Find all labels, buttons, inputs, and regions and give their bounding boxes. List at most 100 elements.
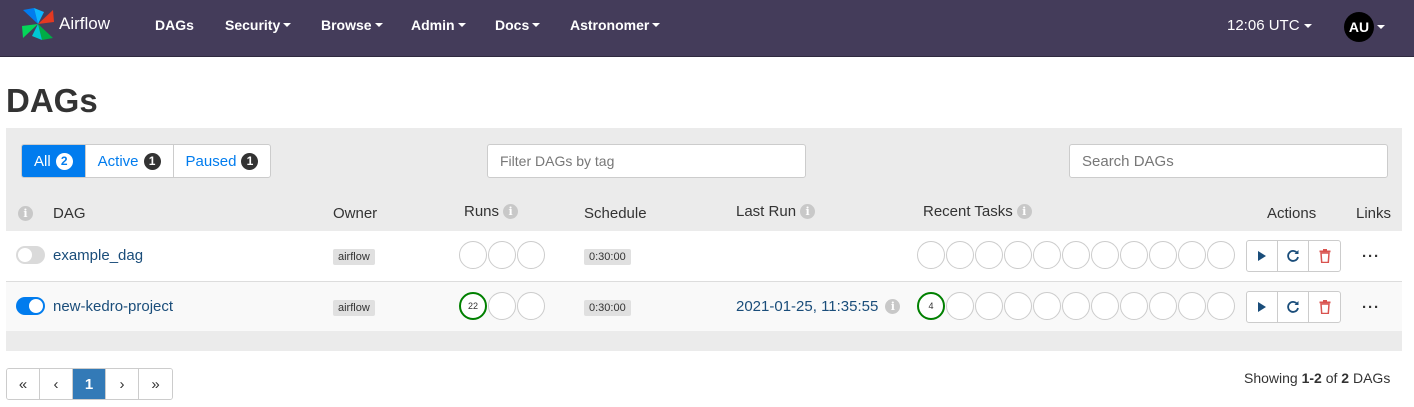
caret-down-icon	[457, 23, 466, 28]
nav-dags[interactable]: DAGs	[155, 17, 194, 33]
showing-prefix: Showing	[1244, 370, 1298, 386]
airflow-logo[interactable]: Airflow	[20, 6, 110, 42]
nav-admin[interactable]: Admin	[411, 17, 466, 33]
filter-all-button[interactable]: All 2	[22, 145, 86, 177]
last-page-button[interactable]: »	[139, 369, 172, 399]
last-run-label: Last Run	[736, 203, 797, 220]
col-header-actions: Actions	[1267, 205, 1317, 222]
prev-page-button[interactable]: ‹	[40, 369, 73, 399]
col-header-dag[interactable]: DAG	[53, 205, 86, 222]
filter-all-count: 2	[55, 152, 73, 170]
dag-link[interactable]: new-kedro-project	[53, 298, 173, 315]
run-state-running[interactable]	[488, 241, 516, 269]
utc-clock[interactable]: 12:06 UTC	[1227, 17, 1312, 34]
clock-label: 12:06 UTC	[1227, 17, 1300, 34]
run-state-success[interactable]: 22	[459, 292, 487, 320]
task-state-circle[interactable]	[1062, 292, 1090, 320]
col-header-links: Links	[1356, 205, 1392, 222]
col-header-last-run: Last Run i	[736, 203, 816, 220]
filter-paused-count: 1	[241, 152, 259, 170]
dag-pause-toggle[interactable]	[16, 297, 45, 315]
first-page-button[interactable]: «	[7, 369, 40, 399]
task-state-success[interactable]: 4	[917, 292, 945, 320]
links-menu-icon[interactable]: ···	[1362, 299, 1380, 316]
run-state-failed[interactable]	[517, 292, 545, 320]
info-icon[interactable]: i	[18, 205, 33, 221]
task-state-circle[interactable]	[1207, 292, 1235, 320]
run-state-success[interactable]	[459, 241, 487, 269]
filter-paused-button[interactable]: Paused 1	[174, 145, 271, 177]
task-state-circle[interactable]	[1207, 241, 1235, 269]
refresh-dag-button[interactable]	[1278, 292, 1309, 322]
nav-security[interactable]: Security	[225, 17, 292, 33]
toggle-column-info: i	[18, 205, 33, 222]
play-icon	[1258, 302, 1266, 312]
nav-docs-label: Docs	[495, 17, 530, 33]
task-state-circle[interactable]	[946, 241, 974, 269]
nav-astronomer[interactable]: Astronomer	[570, 17, 661, 33]
info-icon[interactable]: i	[885, 298, 901, 314]
info-icon[interactable]: i	[503, 203, 519, 219]
refresh-icon	[1287, 301, 1299, 313]
task-state-circle[interactable]	[1149, 292, 1177, 320]
trash-icon	[1319, 300, 1330, 314]
schedule-badge[interactable]: 0:30:00	[584, 249, 631, 265]
status-filter-group: All 2 Active 1 Paused 1	[21, 144, 272, 178]
task-state-circle[interactable]	[1178, 241, 1206, 269]
run-state-failed[interactable]	[517, 241, 545, 269]
task-state-circle[interactable]	[1004, 292, 1032, 320]
nav-browse[interactable]: Browse	[321, 17, 383, 33]
caret-down-icon	[283, 23, 292, 28]
task-state-circle[interactable]	[975, 292, 1003, 320]
user-menu-caret-icon[interactable]	[1377, 25, 1385, 29]
task-state-circle[interactable]	[1062, 241, 1090, 269]
delete-dag-button[interactable]	[1309, 292, 1340, 322]
task-state-circle[interactable]	[1149, 241, 1177, 269]
nav-docs[interactable]: Docs	[495, 17, 541, 33]
airflow-pinwheel-icon	[22, 8, 54, 40]
task-state-circle[interactable]	[1120, 292, 1148, 320]
task-state-circle[interactable]	[1091, 292, 1119, 320]
tag-filter-input[interactable]: Filter DAGs by tag	[487, 144, 806, 178]
owner-badge[interactable]: airflow	[333, 249, 375, 265]
task-state-circle[interactable]	[1033, 292, 1061, 320]
task-state-circle[interactable]	[1033, 241, 1061, 269]
run-state-running[interactable]	[488, 292, 516, 320]
owner-badge[interactable]: airflow	[333, 300, 375, 316]
col-header-owner[interactable]: Owner	[333, 205, 377, 222]
delete-dag-button[interactable]	[1309, 241, 1340, 271]
task-state-circle[interactable]	[1120, 241, 1148, 269]
user-avatar[interactable]: AU	[1344, 12, 1374, 42]
showing-range: 1-2	[1301, 370, 1322, 386]
refresh-dag-button[interactable]	[1278, 241, 1309, 271]
caret-down-icon	[374, 23, 383, 28]
last-run-date: 2021-01-25, 11:35:55	[736, 298, 879, 315]
schedule-badge[interactable]: 0:30:00	[584, 300, 631, 316]
trigger-dag-button[interactable]	[1247, 292, 1278, 322]
task-state-circle[interactable]	[1004, 241, 1032, 269]
col-header-recent-tasks: Recent Tasks i	[923, 203, 1032, 220]
info-icon[interactable]: i	[800, 203, 816, 219]
refresh-icon	[1287, 250, 1299, 262]
info-icon[interactable]: i	[1016, 203, 1032, 219]
page-1-button[interactable]: 1	[73, 369, 106, 399]
trigger-dag-button[interactable]	[1247, 241, 1278, 271]
task-state-circle[interactable]	[975, 241, 1003, 269]
caret-down-icon	[532, 23, 541, 28]
search-input[interactable]: Search DAGs	[1069, 144, 1388, 178]
filter-active-button[interactable]: Active 1	[86, 145, 174, 177]
dag-pause-toggle[interactable]	[16, 246, 45, 264]
task-state-circle[interactable]	[946, 292, 974, 320]
nav-astronomer-label: Astronomer	[570, 17, 650, 33]
links-menu-icon[interactable]: ···	[1362, 248, 1380, 265]
showing-of: of	[1325, 370, 1338, 386]
task-state-circle[interactable]	[1091, 241, 1119, 269]
task-state-circle[interactable]	[1178, 292, 1206, 320]
col-header-runs: Runs i	[464, 203, 519, 220]
runs-label: Runs	[464, 203, 500, 220]
dag-link[interactable]: example_dag	[53, 247, 143, 264]
task-state-circle[interactable]	[917, 241, 945, 269]
next-page-button[interactable]: ›	[106, 369, 139, 399]
filter-active-count: 1	[143, 152, 161, 170]
last-run-link[interactable]: 2021-01-25, 11:35:55 i	[736, 298, 901, 315]
